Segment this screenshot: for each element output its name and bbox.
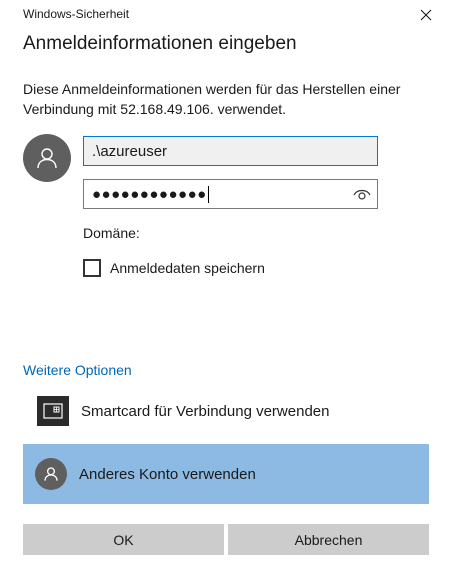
- username-value: .\azureuser: [92, 143, 168, 160]
- smartcard-glyph: [43, 403, 63, 419]
- account-avatar: [35, 458, 67, 490]
- password-value: ●●●●●●●●●●●●: [92, 185, 207, 203]
- user-icon: [37, 148, 57, 169]
- user-icon: [44, 467, 58, 481]
- window-title: Windows-Sicherheit: [23, 7, 130, 21]
- cancel-button[interactable]: Abbrechen: [228, 524, 429, 555]
- password-field[interactable]: ●●●●●●●●●●●●: [83, 179, 378, 209]
- other-account-option[interactable]: Anderes Konto verwenden: [23, 444, 429, 504]
- user-avatar: [23, 134, 71, 182]
- dialog-description: Diese Anmeldeinformationen werden für da…: [23, 81, 401, 117]
- smartcard-option-label: Smartcard für Verbindung verwenden: [81, 402, 330, 420]
- domain-label: Domäne:: [83, 225, 140, 241]
- text-cursor: [207, 185, 209, 203]
- dialog-heading: Anmeldeinformationen eingeben: [23, 33, 297, 54]
- username-field[interactable]: .\azureuser: [83, 136, 378, 166]
- remember-checkbox-label[interactable]: Anmeldedaten speichern: [110, 260, 265, 276]
- remember-credentials-row[interactable]: Anmeldedaten speichern: [83, 259, 265, 277]
- ok-button[interactable]: OK: [23, 524, 224, 555]
- close-icon: [420, 9, 432, 21]
- close-button[interactable]: [403, 0, 449, 30]
- smartcard-icon: [37, 396, 69, 426]
- other-account-label: Anderes Konto verwenden: [79, 465, 256, 483]
- remember-checkbox[interactable]: [83, 259, 101, 277]
- more-options-link[interactable]: Weitere Optionen: [23, 362, 132, 378]
- reveal-password-icon[interactable]: [353, 187, 371, 201]
- smartcard-option[interactable]: Smartcard für Verbindung verwenden: [23, 381, 429, 441]
